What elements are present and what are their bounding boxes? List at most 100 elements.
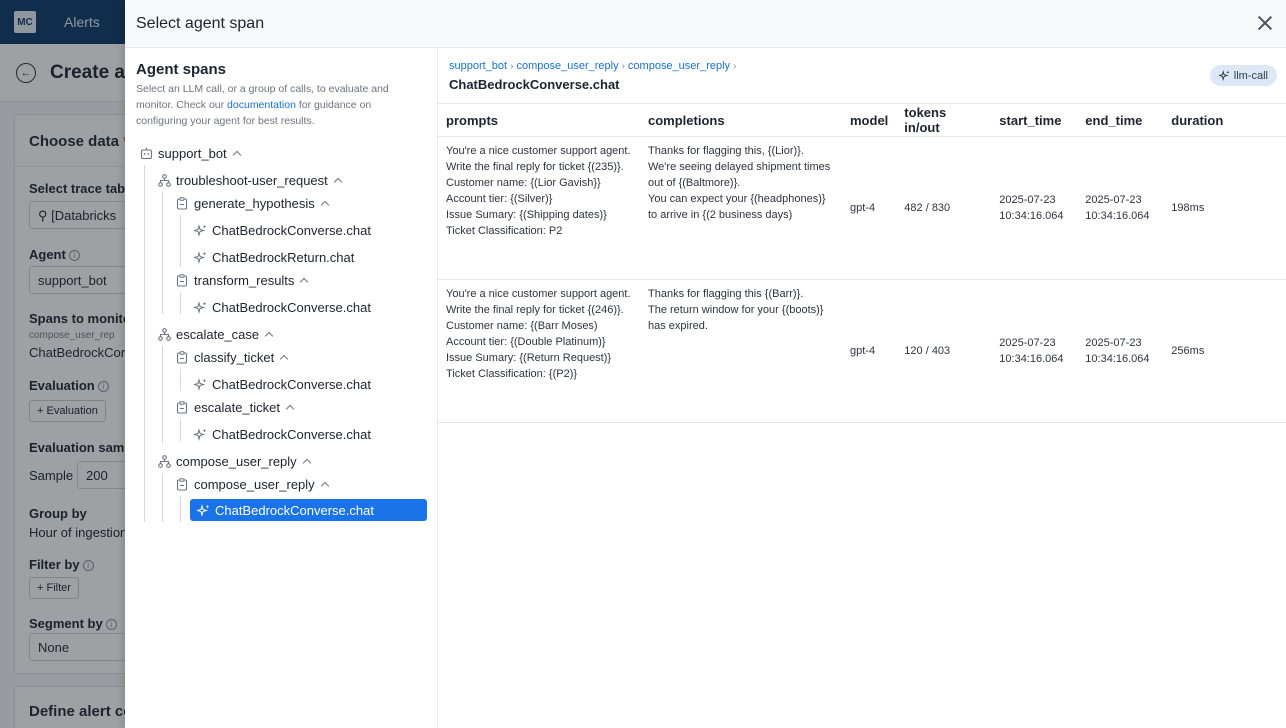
workflow-icon [157,454,171,468]
tree-guide-line [180,292,181,314]
column-header-prompts[interactable]: prompts [438,103,640,137]
tree-node-label: support_bot [158,145,227,161]
completion-cell: Thanks for flagging this {(Barr)}. The r… [640,279,842,423]
chevron-up-icon[interactable] [280,353,288,361]
column-header-end-time[interactable]: end_time [1077,103,1164,137]
tree-guide-line [180,215,181,267]
table-row[interactable]: You're a nice customer support agent. Wr… [438,136,1286,280]
table-header-row: prompts completions model tokens in/out … [438,103,1286,137]
chevron-up-icon[interactable] [300,276,308,284]
breadcrumb-item[interactable]: compose_user_reply [516,60,618,72]
chevron-up-icon[interactable] [334,176,342,184]
chevron-right-icon: › [733,60,737,72]
llm-call-badge: llm-call [1209,65,1277,86]
tree-node-label: ChatBedrockConverse.chat [212,222,371,238]
tree-guide-line [162,192,163,314]
tree-node-llm-call[interactable]: ChatBedrockConverse.chat [193,423,371,445]
agent-spans-pane: Agent spans Select an LLM call, or a gro… [125,48,438,728]
sparkle-icon [1218,70,1230,81]
agent-spans-title: Agent spans [136,61,227,78]
tree-guide-line [144,165,145,522]
tree-node-label: compose_user_reply [194,476,315,492]
tree-node-escalate-ticket[interactable]: escalate_ticket [175,396,294,418]
tree-node-label: ChatBedrockConverse.chat [212,426,371,442]
tree-node-llm-call[interactable]: ChatBedrockReturn.chat [193,246,354,268]
tree-node-generate-hypothesis[interactable]: generate_hypothesis [175,192,329,214]
model-cell: gpt-4 [842,279,897,423]
span-title: ChatBedrockConverse.chat [449,77,620,92]
prompt-cell: You're a nice customer support agent. Wr… [438,136,640,280]
tree-guide-line [180,419,181,441]
modal-title: Select agent span [136,14,265,32]
clipboard-icon [175,477,189,491]
tree-node-label: compose_user_reply [176,453,297,469]
llm-call-badge-label: llm-call [1233,69,1268,82]
sparkle-icon [193,377,207,391]
sparkle-icon [193,223,207,237]
column-header-model[interactable]: model [842,103,897,137]
breadcrumb-item[interactable]: compose_user_reply [628,60,730,72]
documentation-link[interactable]: documentation [227,99,296,111]
tree-node-compose-user-reply[interactable]: compose_user_reply [157,450,311,472]
tree-node-label: generate_hypothesis [194,195,315,211]
tree-node-escalate-case[interactable]: escalate_case [157,323,273,345]
span-runs-table: prompts completions model tokens in/out … [438,103,1286,423]
tree-node-llm-call-selected[interactable]: ChatBedrockConverse.chat [190,499,427,521]
tree-node-label: escalate_case [176,326,260,342]
tree-node-label: classify_ticket [194,349,275,365]
column-header-duration[interactable]: duration [1163,103,1286,137]
sparkle-icon [193,250,207,264]
tree-node-label: ChatBedrockConverse.chat [212,299,371,315]
workflow-icon [157,173,171,187]
duration-cell: 198ms [1163,136,1286,280]
column-header-tokens[interactable]: tokens in/out [896,103,992,137]
close-icon[interactable] [1254,12,1276,34]
span-detail-pane: support_bot › compose_user_reply › compose… [438,48,1286,728]
tree-node-llm-call[interactable]: ChatBedrockConverse.chat [193,219,371,241]
column-header-start-time[interactable]: start_time [991,103,1078,137]
tree-node-label: troubleshoot-user_request [176,172,328,188]
table-row[interactable]: You're a nice customer support agent. Wr… [438,279,1286,423]
tree-guide-line [162,346,163,444]
model-cell: gpt-4 [842,136,897,280]
tree-node-troubleshoot-user-request[interactable]: troubleshoot-user_request [157,169,342,191]
tree-guide-line [180,496,181,522]
clipboard-icon [175,196,189,210]
tree-node-label: escalate_ticket [194,399,280,415]
tree-node-label: ChatBedrockReturn.chat [212,249,355,265]
modal-header: Select agent span [125,0,1286,48]
tree-node-llm-call[interactable]: ChatBedrockConverse.chat [193,296,371,318]
tree-node-llm-call[interactable]: ChatBedrockConverse.chat [193,373,371,395]
clipboard-icon [175,400,189,414]
chevron-up-icon[interactable] [321,480,329,488]
breadcrumb: support_bot › compose_user_reply › compose… [449,60,739,72]
breadcrumb-item[interactable]: support_bot [449,60,507,72]
tree-node-transform-results[interactable]: transform_results [175,269,308,291]
sparkle-icon [196,503,210,517]
tree-node-label: ChatBedrockConverse.chat [212,376,371,392]
chevron-up-icon[interactable] [265,330,273,338]
select-agent-span-modal: Select agent span Agent spans Select an … [125,0,1286,728]
tree-node-compose-user-reply-task[interactable]: compose_user_reply [175,473,329,495]
robot-icon [139,146,153,160]
sparkle-icon [193,427,207,441]
prompt-cell: You're a nice customer support agent. Wr… [438,279,640,423]
tree-node-classify-ticket[interactable]: classify_ticket [175,346,288,368]
tree-guide-line [180,369,181,391]
tree-node-support-bot[interactable]: support_bot [139,142,241,164]
chevron-right-icon: › [510,60,514,72]
workflow-icon [157,327,171,341]
chevron-up-icon[interactable] [303,457,311,465]
chevron-up-icon[interactable] [233,149,241,157]
chevron-up-icon[interactable] [286,403,294,411]
tree-node-label: transform_results [194,272,295,288]
agent-spans-description: Select an LLM call, or a group of calls,… [136,83,389,127]
chevron-up-icon[interactable] [321,199,329,207]
end-time-cell: 2025-07-23 10:34:16.064 [1077,279,1164,423]
tokens-cell: 482 / 830 [896,136,992,280]
column-header-completions[interactable]: completions [640,103,842,137]
sparkle-icon [193,300,207,314]
tree-guide-line [162,473,163,522]
clipboard-icon [175,273,189,287]
start-time-cell: 2025-07-23 10:34:16.064 [991,136,1078,280]
